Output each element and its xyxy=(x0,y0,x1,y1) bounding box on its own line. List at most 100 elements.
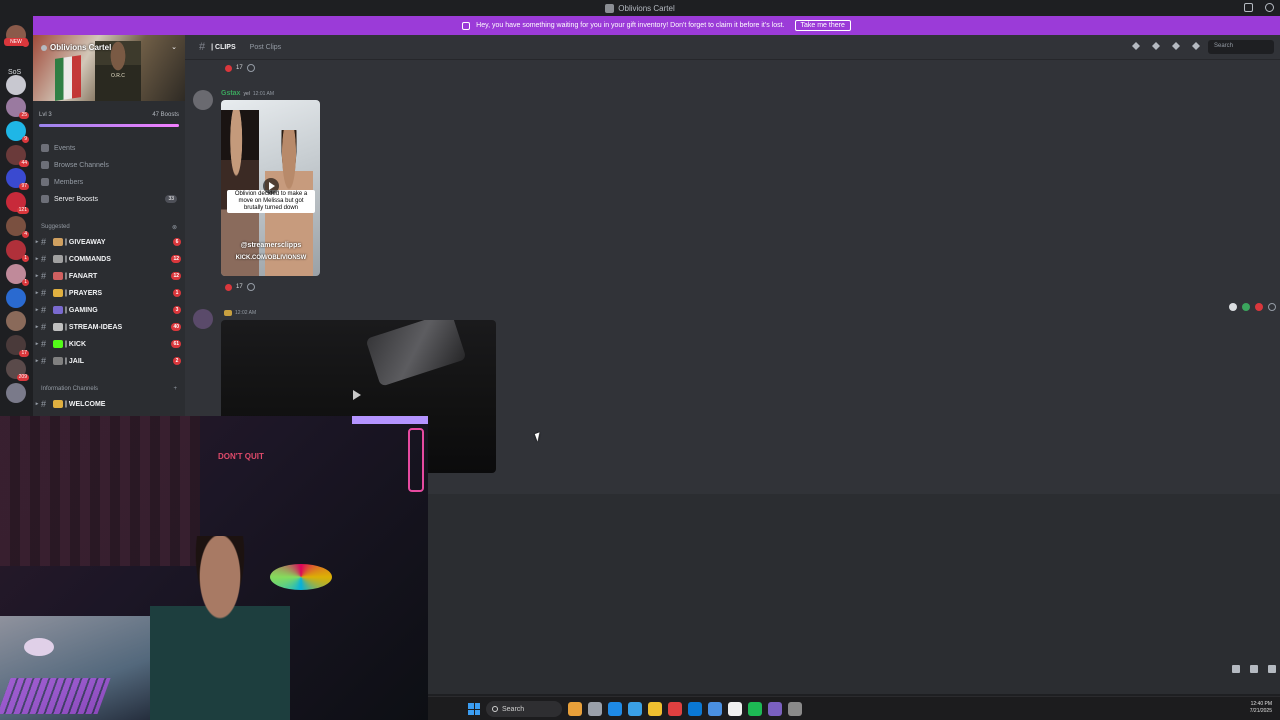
channel-header: # | CLIPS Post Clips Search xyxy=(185,35,1280,60)
server-icon-13[interactable]: 17 xyxy=(6,335,29,357)
channel-emoji-icon xyxy=(53,323,63,331)
video-watermark-url: KICK.COM/OBLIVIONSW xyxy=(235,255,307,261)
channel-item[interactable]: ▸ # | KICK 61 xyxy=(33,337,181,351)
server-icon-8[interactable]: 4 xyxy=(6,216,29,238)
mouse-cursor xyxy=(534,432,543,442)
channel-item[interactable]: ▸ # | GIVEAWAY 6 xyxy=(33,235,181,249)
webcam-streamer xyxy=(150,536,290,720)
webcam-keyboard xyxy=(0,678,111,714)
channel-item[interactable]: ▸ # | JAIL 2 xyxy=(33,354,181,368)
add-reaction-icon[interactable] xyxy=(246,283,255,291)
taskbar-app-icon[interactable] xyxy=(568,702,582,716)
timestamp: 12:02 AM xyxy=(235,310,257,316)
mention-badge: 1 xyxy=(173,289,181,297)
play-icon[interactable] xyxy=(263,178,279,194)
server-icon-4[interactable]: 9 xyxy=(6,121,29,143)
category-label: Suggested xyxy=(41,224,70,230)
server-icon-15[interactable] xyxy=(6,383,26,403)
server-icon-12[interactable] xyxy=(6,311,26,331)
reaction-pill[interactable]: 17 xyxy=(225,283,243,291)
taskbar-app-icon[interactable] xyxy=(788,702,802,716)
chevron-down-icon[interactable]: ⌄ xyxy=(171,43,177,51)
taskbar-app-icon[interactable] xyxy=(588,702,602,716)
server-icon-6[interactable]: 97 xyxy=(6,168,29,190)
threads-icon[interactable] xyxy=(1132,42,1140,50)
play-icon[interactable] xyxy=(353,390,361,400)
channel-item[interactable]: ▸ # | STREAM-IDEAS 40 xyxy=(33,320,181,334)
taskbar-app-icon[interactable] xyxy=(768,702,782,716)
server-icon-10[interactable]: 1 xyxy=(6,264,29,286)
notification-icon[interactable] xyxy=(1152,42,1160,50)
take-me-there-button[interactable]: Take me there xyxy=(794,20,851,31)
taskbar-app-icon[interactable] xyxy=(748,702,762,716)
nav-item-browse-channels[interactable]: Browse Channels xyxy=(41,158,177,172)
heart-reaction-icon[interactable] xyxy=(1255,303,1263,311)
channel-item[interactable]: ▸ # | COMMANDS 12 xyxy=(33,252,181,266)
chevron-right-icon: ▸ xyxy=(35,324,39,330)
channel-item[interactable]: ▸ # | FANART 12 xyxy=(33,269,181,283)
channel-name: | KICK xyxy=(65,340,87,348)
add-reaction-icon[interactable] xyxy=(246,64,255,72)
taskbar-app-icon[interactable] xyxy=(728,702,742,716)
search-input[interactable]: Search xyxy=(1208,40,1274,54)
reaction-pill[interactable]: 17 xyxy=(225,64,243,72)
server-banner-text: O.R.C xyxy=(111,73,125,79)
add-channel-icon[interactable]: + xyxy=(173,386,177,392)
channel-emoji-icon xyxy=(53,289,63,297)
taskbar-app-icon[interactable] xyxy=(628,702,642,716)
taskbar-search-label: Search xyxy=(502,705,525,713)
inbox-icon[interactable] xyxy=(1244,3,1253,12)
taskbar-app-icon[interactable] xyxy=(708,702,722,716)
role-icon xyxy=(224,310,232,316)
taskbar-clock[interactable]: 12:40 PM 7/21/2025 xyxy=(1250,701,1272,715)
crown-reaction-icon[interactable] xyxy=(1242,303,1250,311)
server-name[interactable]: Oblivions Cartel xyxy=(41,43,111,52)
channel-item[interactable]: ▸ # | GAMING 3 xyxy=(33,303,181,317)
post-clips-label[interactable]: Post Clips xyxy=(250,44,282,51)
server-icon-3[interactable]: 25 xyxy=(6,97,29,119)
hash-icon: # xyxy=(199,41,206,53)
nav-item-label: Members xyxy=(54,178,84,186)
windows-taskbar: Search 12:40 PM 7/21/2025 xyxy=(428,696,1280,720)
nav-item-members[interactable]: Members xyxy=(41,175,177,189)
members-icon[interactable] xyxy=(1192,42,1200,50)
server-icon-7[interactable]: 121 xyxy=(6,192,29,214)
taskbar-app-icon[interactable] xyxy=(648,702,662,716)
video-attachment[interactable]: Oblivion decided to make a move on Melis… xyxy=(221,100,320,276)
server-icon-5[interactable]: 44 xyxy=(6,145,29,167)
sticker-icon[interactable] xyxy=(1268,665,1276,673)
pin-icon[interactable] xyxy=(1172,42,1180,50)
unread-badge: 97 xyxy=(19,183,29,190)
avatar[interactable] xyxy=(193,90,213,110)
nav-item-events[interactable]: Events xyxy=(41,141,177,155)
window-title: Oblivions Cartel xyxy=(618,3,675,13)
gif-icon[interactable] xyxy=(1250,665,1258,673)
taskbar-app-icon[interactable] xyxy=(668,702,682,716)
avatar[interactable] xyxy=(193,309,213,329)
nav-item-server-boosts[interactable]: Server Boosts 33 xyxy=(41,192,177,206)
category-information[interactable]: Information Channels + xyxy=(41,386,177,392)
close-icon[interactable]: ⊗ xyxy=(172,224,177,231)
heart-icon xyxy=(225,64,232,72)
taskbar-app-icon[interactable] xyxy=(688,702,702,716)
server-icon-9[interactable]: 1 xyxy=(6,240,29,262)
gift-icon[interactable] xyxy=(1232,665,1240,673)
channel-item[interactable]: ▸ # | PRAYERS 1 xyxy=(33,286,181,300)
skull-reaction-icon[interactable] xyxy=(1229,303,1237,311)
add-reaction-icon[interactable] xyxy=(1268,303,1276,311)
windows-start-icon[interactable] xyxy=(468,703,480,715)
server-icon-11[interactable] xyxy=(6,288,26,308)
reaction-count: 17 xyxy=(236,65,243,71)
channel-item[interactable]: ▸ # | WELCOME xyxy=(33,397,181,411)
server-icon-14[interactable]: 209 xyxy=(6,359,29,381)
boost-progress-row[interactable]: Lvl 3 47 Boosts xyxy=(39,112,179,118)
help-icon[interactable] xyxy=(1265,3,1274,12)
taskbar-app-icon[interactable] xyxy=(608,702,622,716)
server-banner[interactable]: O.R.C Oblivions Cartel ⌄ xyxy=(33,35,185,101)
author-name[interactable]: Gstax xyxy=(221,90,240,97)
server-icon-2[interactable] xyxy=(6,75,26,95)
channel-emoji-icon xyxy=(53,357,63,365)
message-composer-area xyxy=(428,494,1280,694)
category-suggested[interactable]: Suggested ⊗ xyxy=(41,224,177,231)
taskbar-search[interactable]: Search xyxy=(486,701,562,717)
